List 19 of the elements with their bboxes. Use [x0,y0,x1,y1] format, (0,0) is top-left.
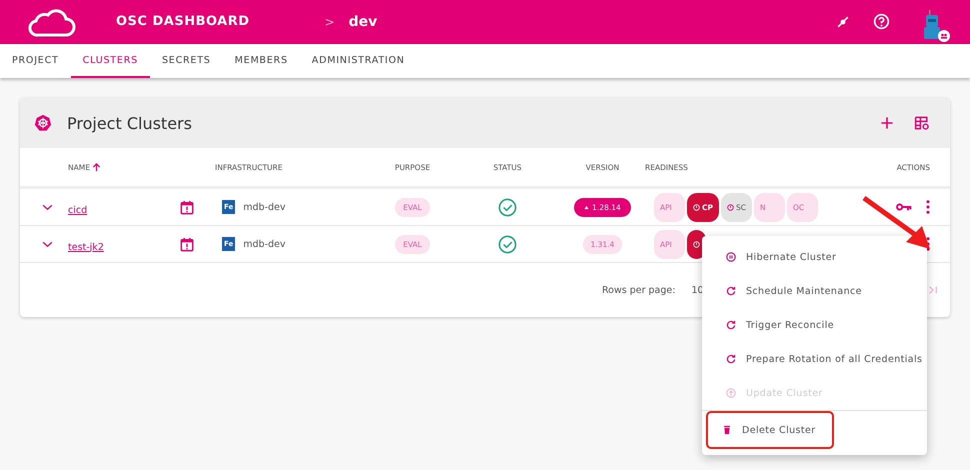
infrastructure-name: mdb-dev [243,202,286,212]
menu-item[interactable]: Hibernate Cluster [706,240,923,274]
nav-tab[interactable]: CLUSTERS [70,44,150,78]
rows-per-page-label: Rows per page: [602,284,676,296]
app-title: OSC DASHBOARD [116,14,250,29]
nav-tab[interactable]: MEMBERS [222,44,300,78]
infrastructure-name: mdb-dev [243,238,286,250]
cluster-name-link[interactable]: test-jk2 [68,242,104,252]
project-name[interactable]: dev [348,14,378,30]
nav-tab[interactable]: SECRETS [150,44,223,78]
card-title: Project Clusters [67,114,192,132]
menu-item[interactable]: Schedule Maintenance [706,274,923,308]
menu-item[interactable]: Delete Cluster [706,411,834,449]
nav-tab[interactable]: ADMINISTRATION [300,44,417,78]
nav-tab[interactable]: PROJECT [0,44,71,78]
menu-item[interactable]: Prepare Rotation of all Credentials [706,342,923,376]
breadcrumb-separator: > [324,14,335,28]
menu-item[interactable]: Trigger Reconcile [706,308,923,342]
cluster-name-link[interactable]: cicd [68,204,88,216]
